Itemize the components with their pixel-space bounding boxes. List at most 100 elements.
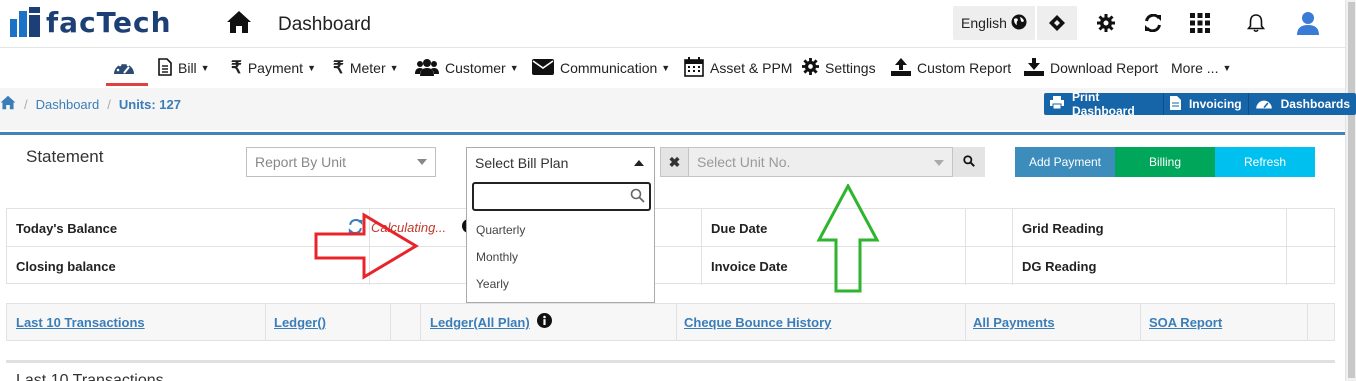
refresh-spinner-icon [348,219,363,237]
user-avatar-icon[interactable] [1288,6,1328,40]
search-icon [963,154,975,170]
search-icon [630,188,645,206]
grid-reading-label: Grid Reading [1022,221,1104,236]
caret-down-icon [417,159,427,165]
nav-more-label: More ... [1171,60,1219,76]
gear-icon[interactable] [1086,6,1126,40]
caret-down-icon: ▼ [200,63,210,73]
apps-grid-icon[interactable] [1180,6,1220,40]
logo-mark-icon [10,7,40,37]
print-dashboard-button[interactable]: Print Dashboard [1044,90,1164,118]
clear-unit-button[interactable]: ✖ [660,147,689,177]
bill-plan-option[interactable]: Yearly [476,277,509,291]
info-circle-icon[interactable] [537,313,552,331]
language-selector[interactable]: English [953,6,1035,40]
due-date-label: Due Date [711,221,768,236]
dashboard-gauge-icon [113,58,135,79]
caret-down-icon: ▼ [1222,63,1232,73]
report-by-value: Report By Unit [255,154,347,170]
gear-icon [802,58,819,78]
envelope-icon [532,58,554,78]
sync-icon[interactable] [1133,6,1173,40]
document-icon [1169,95,1181,113]
cheque-bounce-history-link[interactable]: Cheque Bounce History [684,315,831,330]
nav-meter[interactable]: ₹ Meter ▼ [333,49,399,87]
nav-more[interactable]: More ... ▼ [1171,49,1231,87]
soa-report-link[interactable]: SOA Report [1149,315,1222,330]
nav-asset-ppm[interactable]: Asset & PPM [684,49,792,87]
invoicing-button[interactable]: Invoicing [1164,93,1249,115]
units-count: Units: 127 [118,96,181,112]
ticket-icon[interactable] [1037,6,1077,40]
bell-icon[interactable] [1236,6,1276,40]
upload-icon [891,57,911,79]
users-icon [415,58,439,79]
bill-plan-option[interactable]: Quarterly [476,223,525,237]
nav-bill-label: Bill [178,60,197,76]
nav-meter-label: Meter [349,60,386,76]
unit-selector-group: ✖ Select Unit No. [660,147,985,177]
ledger-link[interactable]: Ledger() [274,315,326,330]
refresh-button[interactable]: Refresh [1215,147,1315,177]
home-icon[interactable] [226,10,252,34]
report-by-select[interactable]: Report By Unit [246,147,436,177]
table-row: Closing balance Invoice Date DG Reading [7,247,1336,285]
nav-bill[interactable]: Bill ▼ [158,49,210,87]
caret-up-icon [634,160,644,166]
breadcrumb-dashboard[interactable]: Dashboard [36,97,100,112]
caret-down-icon [934,160,944,166]
section-divider [6,360,1335,363]
printer-icon [1050,96,1064,112]
factech-logo[interactable]: facTech [10,5,172,39]
bill-plan-option[interactable]: Monthly [476,250,518,264]
report-links-table: Last 10 Transactions Ledger() Ledger(All… [6,303,1335,341]
nav-dashboard[interactable] [113,49,135,87]
ledger-all-plan-link[interactable]: Ledger(All Plan) [430,315,530,330]
download-icon [1024,57,1044,79]
nav-payment-label: Payment [247,60,304,76]
unit-number-select[interactable]: Select Unit No. [689,147,953,177]
all-payments-link[interactable]: All Payments [973,315,1055,330]
nav-customer[interactable]: Customer ▼ [415,49,519,87]
nav-customer-label: Customer [445,60,506,76]
brand-name: facTech [46,5,172,39]
page-title: Dashboard [278,14,371,35]
bill-plan-value: Select Bill Plan [475,155,569,171]
nav-download-report[interactable]: Download Report [1024,49,1158,87]
billing-button[interactable]: Billing [1115,147,1215,177]
rupee-icon: ₹ [333,58,344,77]
last-10-transactions-link[interactable]: Last 10 Transactions [16,315,145,330]
page-scrollbar[interactable] [1345,0,1356,381]
invoicing-label: Invoicing [1188,97,1242,111]
close-icon: ✖ [668,153,681,170]
caret-down-icon: ▼ [509,63,519,73]
calculating-status: Calculating... [371,220,447,235]
dashboards-button[interactable]: Dashboards [1249,93,1356,115]
document-icon [158,57,172,79]
bill-plan-dropdown: Quarterly Monthly Yearly [466,177,655,303]
last-10-transactions-title: Last 10 Transactions [16,372,164,381]
nav-download-label: Download Report [1050,60,1159,76]
caret-down-icon: ▼ [307,63,316,73]
unit-number-placeholder: Select Unit No. [697,154,791,170]
closing-balance-label: Closing balance [16,259,116,274]
print-label: Print Dashboard [1072,90,1135,118]
bill-plan-select[interactable]: Select Bill Plan [466,147,655,178]
nav-settings-label: Settings [825,60,876,76]
table-row: Today's Balance Due Date Grid Reading [7,209,1336,247]
nav-communication[interactable]: Communication ▼ [532,49,670,87]
section-divider [0,132,1345,135]
todays-balance-label: Today's Balance [16,221,118,236]
language-label: English [961,15,1007,31]
dg-reading-label: DG Reading [1022,259,1097,274]
home-icon[interactable] [0,95,16,113]
caret-down-icon: ▼ [661,63,671,73]
nav-communication-label: Communication [560,60,658,76]
unit-search-button[interactable] [953,147,985,177]
nav-custom-report[interactable]: Custom Report [891,49,1011,87]
bill-plan-search-input[interactable] [472,182,651,211]
nav-payment[interactable]: ₹ Payment ▼ [231,49,316,87]
caret-down-icon: ▼ [389,63,399,73]
nav-settings[interactable]: Settings [802,49,876,87]
add-payment-button[interactable]: Add Payment [1015,147,1115,177]
